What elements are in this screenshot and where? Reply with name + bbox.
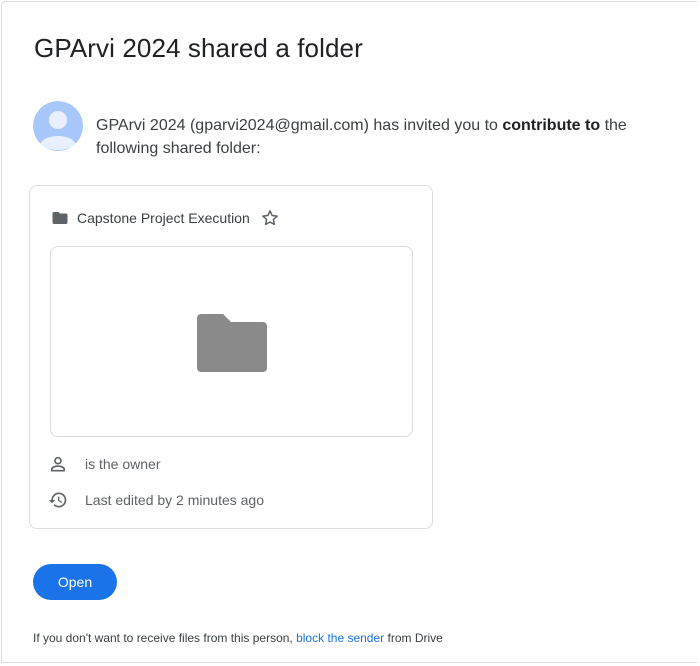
footer-suffix: from Drive: [384, 631, 443, 645]
shared-folder-card[interactable]: Capstone Project Execution is the owner …: [29, 185, 433, 529]
footer-prefix: If you don't want to receive files from …: [33, 631, 297, 645]
owner-row: is the owner: [48, 454, 160, 474]
person-icon: [50, 456, 66, 472]
footer-note: If you don't want to receive files from …: [33, 631, 443, 645]
open-button[interactable]: Open: [33, 564, 117, 600]
history-icon: [48, 492, 67, 508]
sender-avatar: [33, 101, 83, 151]
invite-message: GPArvi 2024 (gparvi2024@gmail.com) has i…: [96, 114, 656, 160]
star-icon[interactable]: [260, 208, 280, 228]
card-header: Capstone Project Execution: [51, 208, 280, 228]
folder-name[interactable]: Capstone Project Execution: [77, 210, 250, 226]
folder-preview-icon: [196, 313, 267, 372]
invite-prefix: GPArvi 2024 (gparvi2024@gmail.com) has i…: [96, 117, 503, 134]
edited-text: Last edited by 2 minutes ago: [85, 492, 265, 508]
block-sender-link[interactable]: block the sender: [296, 631, 384, 645]
owner-text: is the owner: [85, 456, 161, 472]
edited-row: Last edited by 2 minutes ago: [48, 490, 264, 510]
email-title: GPArvi 2024 shared a folder: [34, 33, 363, 63]
invite-emphasis: contribute to: [502, 117, 601, 134]
folder-icon: [52, 212, 68, 224]
folder-preview[interactable]: [50, 246, 413, 437]
